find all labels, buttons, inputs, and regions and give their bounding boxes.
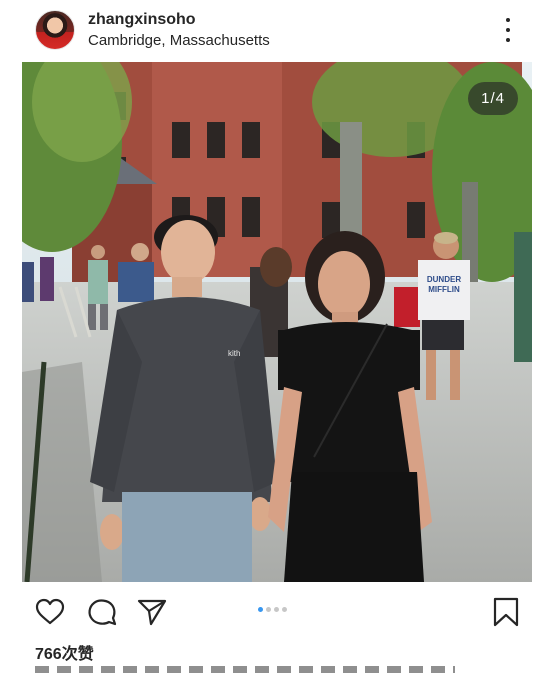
bookmark-icon[interactable] [490,596,522,628]
post-header: zhangxinsoho Cambridge, Massachusetts [0,0,554,62]
comment-bubble-icon[interactable] [86,596,118,628]
paper-plane-icon[interactable] [136,596,168,628]
caption-preview [35,666,455,673]
more-options-icon[interactable] [496,15,520,45]
post-location[interactable]: Cambridge, Massachusetts [88,32,270,49]
carousel-indicator [258,607,287,612]
carousel-dot [266,607,271,612]
image-counter-badge: 1/4 [468,82,518,115]
carousel-dot [274,607,279,612]
likes-count[interactable]: 766次赞 [35,640,94,664]
carousel-dot-active [258,607,263,612]
post-action-bar [0,590,554,634]
tshirt-text-1: DUNDER [427,275,461,284]
shirt-logo-text: kith [228,349,240,358]
profile-avatar[interactable] [35,10,75,50]
photo-illustration: DUNDER MIFFLIN kith [22,62,532,582]
carousel-dot [282,607,287,612]
post-photo[interactable]: DUNDER MIFFLIN kith 1/4 [22,62,532,582]
tshirt-text-2: MIFFLIN [428,285,460,294]
heart-icon[interactable] [34,596,66,628]
post-username[interactable]: zhangxinsoho [88,11,196,29]
